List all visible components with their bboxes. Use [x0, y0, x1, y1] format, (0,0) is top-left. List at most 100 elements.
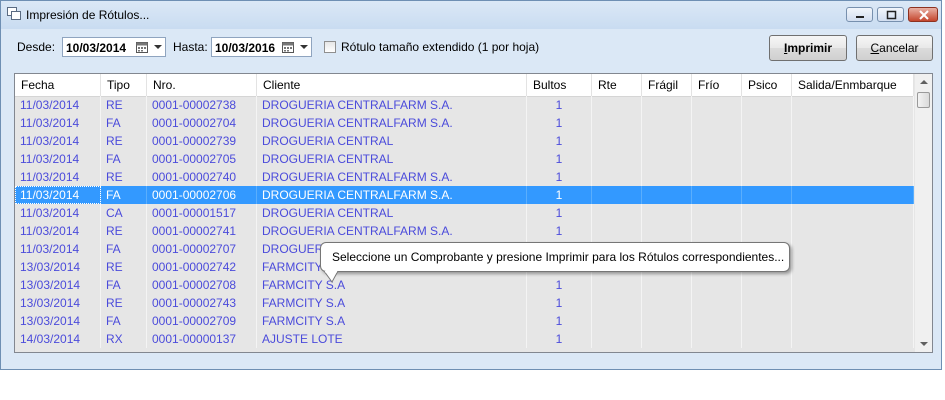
table-row[interactable]: 11/03/2014 RE 0001-00002740 DROGUERIA CENTR…: [15, 168, 914, 186]
close-button[interactable]: [908, 7, 938, 22]
minimize-button[interactable]: [846, 7, 873, 22]
cell-fragil: [642, 312, 692, 330]
extended-label-checkbox[interactable]: [324, 41, 336, 53]
cell-psico: [742, 132, 792, 150]
column-header-fragil[interactable]: Frágil: [642, 74, 692, 96]
cell-fecha: 11/03/2014: [15, 204, 101, 222]
cell-rte: [592, 96, 642, 114]
cell-fragil: [642, 114, 692, 132]
cell-fecha: 11/03/2014: [15, 222, 101, 240]
cell-fecha: 11/03/2014: [15, 150, 101, 168]
chevron-down-icon[interactable]: [300, 45, 308, 49]
cell-tipo: FA: [101, 114, 147, 132]
cell-frio: [692, 330, 742, 348]
column-header-tipo[interactable]: Tipo: [101, 74, 147, 96]
maximize-button[interactable]: [877, 7, 904, 22]
cell-frio: [692, 276, 742, 294]
cell-psico: [742, 204, 792, 222]
receipts-grid[interactable]: Fecha Tipo Nro. Cliente Bultos Rte Frági…: [14, 73, 933, 353]
cell-fragil: [642, 132, 692, 150]
cell-tipo: RE: [101, 258, 147, 276]
cell-rte: [592, 294, 642, 312]
desde-date-picker[interactable]: 10/03/2014: [62, 37, 166, 57]
window-title: Impresión de Rótulos...: [26, 8, 150, 22]
print-button[interactable]: Imprimir: [769, 35, 847, 61]
cell-cliente: DROGUERIA CENTRALFARM S.A.: [257, 168, 527, 186]
cancel-button[interactable]: Cancelar: [856, 35, 933, 61]
table-row[interactable]: 14/03/2014 RX 0001-00000137 AJUSTE LOTE 1: [15, 330, 914, 348]
cell-fecha: 13/03/2014: [15, 258, 101, 276]
cell-tipo: FA: [101, 240, 147, 258]
cell-salida: [792, 222, 914, 240]
cell-tipo: RE: [101, 294, 147, 312]
cell-bultos: 1: [527, 276, 592, 294]
cell-fecha: 11/03/2014: [15, 114, 101, 132]
chevron-down-icon[interactable]: [154, 45, 162, 49]
table-row[interactable]: 11/03/2014 FA 0001-00002705 DROGUERIA CENTR…: [15, 150, 914, 168]
scroll-down-arrow-icon[interactable]: [920, 342, 928, 346]
cell-frio: [692, 186, 742, 204]
cell-nro: 0001-00002704: [147, 114, 257, 132]
table-row[interactable]: 11/03/2014 RE 0001-00002741 DROGUERIA CENTR…: [15, 222, 914, 240]
cell-nro: 0001-00002742: [147, 258, 257, 276]
cell-psico: [742, 330, 792, 348]
cell-tipo: CA: [101, 204, 147, 222]
cell-bultos: 1: [527, 312, 592, 330]
column-header-fecha[interactable]: Fecha: [15, 74, 101, 96]
column-header-rte[interactable]: Rte: [592, 74, 642, 96]
print-labels-window: Impresión de Rótulos... Desde: 10/03/201…: [0, 0, 942, 370]
column-header-cliente[interactable]: Cliente: [257, 74, 527, 96]
cell-nro: 0001-00002706: [147, 186, 257, 204]
cell-rte: [592, 150, 642, 168]
extended-label-text: Rótulo tamaño extendido (1 por hoja): [341, 40, 540, 54]
cell-cliente: DROGUERIA CENTRALFARM S.A.: [257, 114, 527, 132]
cell-nro: 0001-00002741: [147, 222, 257, 240]
hasta-date-picker[interactable]: 10/03/2016: [211, 37, 312, 57]
title-bar[interactable]: Impresión de Rótulos...: [1, 1, 941, 29]
cell-nro: 0001-00002705: [147, 150, 257, 168]
cell-tipo: RE: [101, 222, 147, 240]
cell-nro: 0001-00000137: [147, 330, 257, 348]
scroll-thumb[interactable]: [917, 92, 930, 108]
table-row[interactable]: 11/03/2014 CA 0001-00001517 DROGUERIA CENTR…: [15, 204, 914, 222]
column-header-psico[interactable]: Psico: [742, 74, 792, 96]
table-row[interactable]: 11/03/2014 FA 0001-00002704 DROGUERIA CENTR…: [15, 114, 914, 132]
cell-salida: [792, 312, 914, 330]
cell-frio: [692, 294, 742, 312]
table-row[interactable]: 13/03/2014 RE 0001-00002743 FARMCITY S.A 1: [15, 294, 914, 312]
column-header-bultos[interactable]: Bultos: [527, 74, 592, 96]
column-header-salida-enmbarque[interactable]: Salida/Enmbarque: [792, 74, 914, 96]
cell-cliente: DROGUERIA CENTRAL: [257, 132, 527, 150]
cell-nro: 0001-00002707: [147, 240, 257, 258]
table-row[interactable]: 11/03/2014 RE 0001-00002739 DROGUERIA CENTR…: [15, 132, 914, 150]
vertical-scrollbar[interactable]: [914, 74, 932, 352]
cell-rte: [592, 312, 642, 330]
minimize-icon: [856, 16, 864, 18]
cell-fecha: 11/03/2014: [15, 168, 101, 186]
cell-psico: [742, 276, 792, 294]
table-row[interactable]: 11/03/2014 RE 0001-00002738 DROGUERIA CENTR…: [15, 96, 914, 114]
cell-rte: [592, 168, 642, 186]
scroll-up-arrow-icon[interactable]: [920, 80, 928, 84]
table-row[interactable]: 13/03/2014 FA 0001-00002708 FARMCITY S.A 1: [15, 276, 914, 294]
cell-rte: [592, 330, 642, 348]
cell-frio: [692, 96, 742, 114]
column-header-frio[interactable]: Frío: [692, 74, 742, 96]
cancel-button-label: Cancelar: [870, 41, 919, 55]
cell-cliente: FARMCITY S.A: [257, 294, 527, 312]
cell-fecha: 11/03/2014: [15, 96, 101, 114]
cell-salida: [792, 240, 914, 258]
cell-salida: [792, 96, 914, 114]
column-header-nro[interactable]: Nro.: [147, 74, 257, 96]
cell-bultos: 1: [527, 168, 592, 186]
cell-tipo: RE: [101, 168, 147, 186]
table-row[interactable]: 13/03/2014 FA 0001-00002709 FARMCITY S.A 1: [15, 312, 914, 330]
table-row-selected[interactable]: 11/03/2014 FA 0001-00002706 DROGUERIA CENTR…: [15, 186, 914, 204]
cell-psico: [742, 150, 792, 168]
cell-fecha: 13/03/2014: [15, 312, 101, 330]
help-tooltip: Seleccione un Comprobante y presione Imp…: [320, 242, 790, 272]
cell-fragil: [642, 330, 692, 348]
cell-nro: 0001-00002708: [147, 276, 257, 294]
cell-bultos: 1: [527, 222, 592, 240]
cell-tipo: FA: [101, 276, 147, 294]
